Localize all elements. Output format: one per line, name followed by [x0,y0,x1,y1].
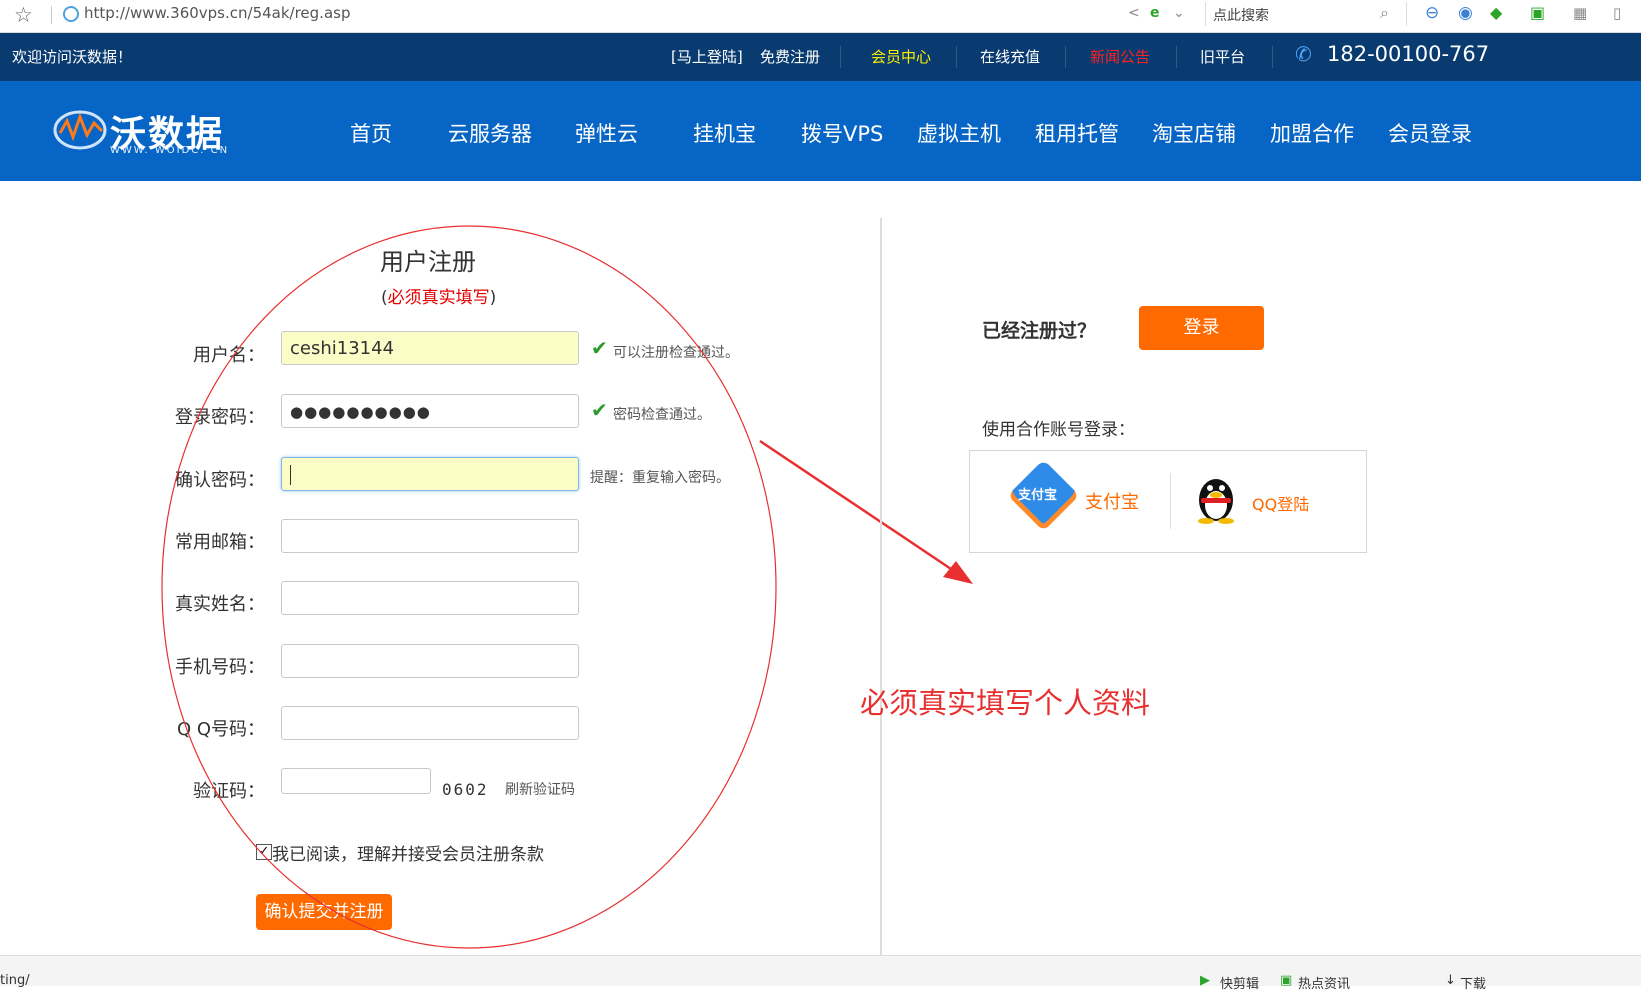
phone-number: 182-00100-767 [1327,42,1490,66]
mobile-label: 手机号码： [175,657,265,678]
nav-item-guajibao[interactable]: 挂机宝 [693,118,756,148]
welcome-text: 欢迎访问沃数据！ [12,48,133,66]
register-link[interactable]: 免费注册 [760,46,820,67]
submit-register-button[interactable]: 确认提交并注册 [256,894,392,930]
captcha-input[interactable] [281,768,431,794]
status-bar: ting/ ▶ 快剪辑 ▣ 热点资讯 ↓ 下载 [0,955,1641,992]
subtitle-paren-open: ( [381,288,388,308]
search-icon[interactable]: ⌕ [1380,3,1389,23]
nav-item-dialup-vps[interactable]: 拨号VPS [801,118,883,148]
form-subtitle: (必须真实填写) [381,283,496,308]
qq-label: Q Q号码： [176,719,265,740]
window-icon[interactable]: ▯ [1613,4,1621,22]
nav-item-elastic-cloud[interactable]: 弹性云 [575,118,638,148]
email-label: 常用邮箱： [175,532,265,553]
site-logo[interactable]: 沃数据 WWW. WOIDC. CN [52,103,272,159]
username-hint: 可以注册检查通过。 [613,345,739,361]
hot-news-link[interactable]: 热点资讯 [1298,973,1350,992]
username-input[interactable]: ceshi13144 [281,331,579,365]
already-registered-text: 已经注册过？ [982,320,1097,342]
qq-input[interactable] [281,706,579,740]
alipay-icon[interactable]: 支付宝 [1007,459,1080,532]
download-link[interactable]: 下载 [1460,973,1486,992]
top-info-bar: 欢迎访问沃数据！ [马上登陆] 免费注册 会员中心 在线充值 新闻公告 旧平台 … [0,33,1641,81]
bookmark-star-icon[interactable]: ☆ [14,3,33,27]
status-url: ting/ [0,973,30,988]
realname-label: 真实姓名： [175,594,265,615]
download-icon[interactable]: ↓ [1445,973,1456,988]
news-icon[interactable]: ▣ [1280,973,1292,988]
annotation-arrow-head [943,561,973,584]
password-input[interactable]: ●●●●●●●●●● [281,394,579,428]
annotation-arrow-line [759,439,961,577]
refresh-captcha-link[interactable]: 刷新验证码 [505,779,575,799]
realname-input[interactable] [281,581,579,615]
phone-icon: ✆ [1295,42,1312,66]
site-icon [63,6,79,22]
browser-search-input[interactable]: 点此搜索 [1213,5,1269,25]
ie-mode-icon[interactable]: e [1150,5,1160,21]
old-platform-link[interactable]: 旧平台 [1200,46,1245,67]
logo-domain: WWW. WOIDC. CN [110,145,230,156]
minus-circle-icon[interactable]: ⊖ [1425,3,1439,23]
browser-toolbar: ☆ http://www.360vps.cn/54ak/reg.asp < e … [0,0,1641,33]
confirm-password-hint: 提醒：重复输入密码。 [590,470,730,486]
toolbar-divider [51,6,52,24]
nav-item-taobao-store[interactable]: 淘宝店铺 [1152,118,1236,148]
password-label: 登录密码： [175,407,265,428]
password-hint: 密码检查通过。 [613,407,711,423]
captcha-label: 验证码： [193,781,265,802]
agree-checkbox[interactable]: ✓ [256,844,272,860]
nav-item-member-login[interactable]: 会员登录 [1388,118,1472,148]
confirm-password-input[interactable] [281,457,579,491]
email-input[interactable] [281,519,579,553]
username-label: 用户名： [193,345,265,366]
alipay-badge-text: 支付宝 [1018,488,1058,503]
shield-icon[interactable]: ◉ [1458,3,1473,23]
subtitle-paren-close: ) [489,288,497,308]
share-icon[interactable]: < [1128,5,1140,21]
subtitle-required: 必须真实填写 [387,288,490,308]
security-icon[interactable]: ◆ [1490,3,1502,22]
check-icon: ✔ [591,398,608,422]
address-bar[interactable]: http://www.360vps.cn/54ak/reg.asp [84,4,350,22]
divider [956,46,957,68]
nav-item-cloud-server[interactable]: 云服务器 [448,118,532,148]
nav-item-partnership[interactable]: 加盟合作 [1270,118,1354,148]
page-title: 用户注册 [380,248,476,276]
nav-item-hosting[interactable]: 租用托管 [1035,118,1119,148]
login-link[interactable]: [马上登陆] [671,46,743,67]
column-divider [880,218,882,956]
alipay-login-link[interactable]: 支付宝 [1085,488,1139,514]
divider [840,46,841,68]
partner-login-label: 使用合作账号登录： [982,420,1135,440]
agree-terms-text[interactable]: 我已阅读，理解并接受会员注册条款 [272,840,544,865]
recharge-link[interactable]: 在线充值 [980,46,1040,67]
login-button[interactable]: 登录 [1139,306,1264,350]
member-center-link[interactable]: 会员中心 [871,46,931,67]
divider [1272,46,1273,68]
text-cursor [290,465,291,485]
mobile-input[interactable] [281,644,579,678]
divider [1065,46,1066,68]
main-nav: 沃数据 WWW. WOIDC. CN 首页 云服务器 弹性云 挂机宝 拨号VPS… [0,81,1641,181]
annotation-text: 必须真实填写个人资料 [860,686,1151,720]
quick-edit-link[interactable]: 快剪辑 [1220,973,1259,992]
chevron-down-icon[interactable]: ⌄ [1173,5,1185,21]
nav-item-virtual-host[interactable]: 虚拟主机 [917,118,1001,148]
qq-login-link[interactable]: QQ登陆 [1252,491,1309,515]
captcha-image[interactable]: 0602 [442,780,489,799]
news-link[interactable]: 新闻公告 [1090,46,1150,67]
logo-wave-icon [53,110,107,150]
qq-penguin-icon[interactable] [1192,470,1240,524]
apps-grid-icon[interactable]: ▦ [1573,4,1587,22]
confirm-password-label: 确认密码： [175,470,265,491]
quick-edit-icon[interactable]: ▶ [1200,973,1210,988]
check-icon: ✔ [591,336,608,360]
divider [1176,46,1177,68]
translate-icon[interactable]: ▣ [1530,3,1545,22]
nav-item-home[interactable]: 首页 [350,118,392,148]
partner-divider [1170,473,1171,529]
